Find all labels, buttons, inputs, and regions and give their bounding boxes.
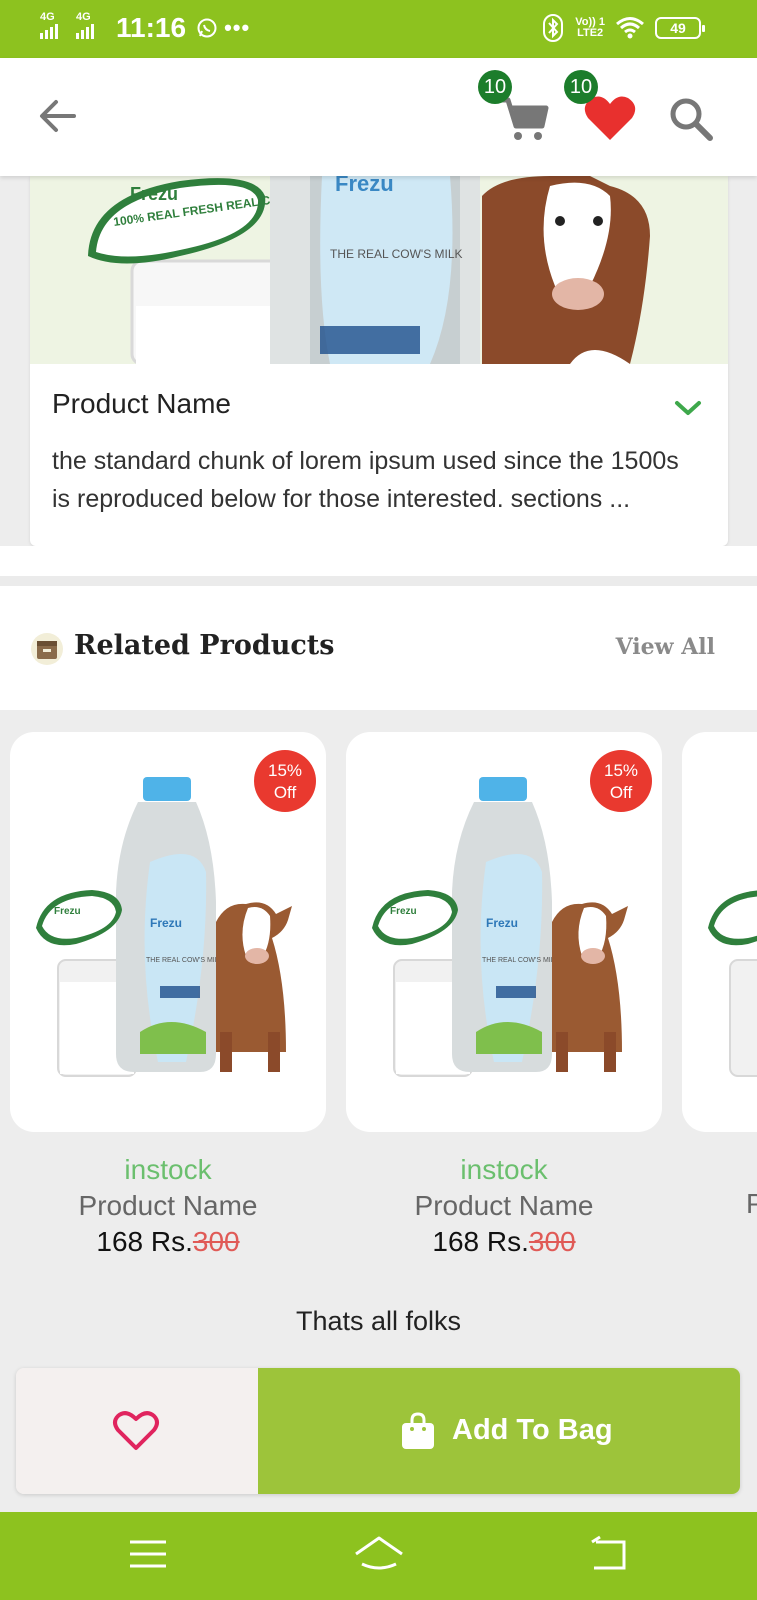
price: 168 Rs.300 [10, 1224, 326, 1260]
stock-status: instock [460, 1154, 548, 1185]
bluetooth-icon [543, 14, 564, 42]
section-spacer [0, 546, 757, 576]
tag-brand: Frezu [390, 906, 417, 917]
chevron-down-icon[interactable] [674, 398, 702, 418]
bottle-brand: Frezu [150, 916, 182, 930]
status-bar: 4G 4G 11:16 ••• Vo)) 1 LTE2 49 [0, 0, 757, 58]
bottom-action-bar: Add To Bag [16, 1368, 740, 1494]
tag-brand: Frezu [54, 906, 81, 917]
banner-bottle-brand: Frezu [335, 176, 394, 196]
product-description: the standard chunk of lorem ipsum used s… [52, 447, 679, 513]
original-price: 300 [192, 1226, 240, 1257]
box-icon [31, 633, 63, 665]
app-header: 10 10 [0, 58, 757, 176]
related-product-info: instock Product Name 168 Rs.300 [10, 1152, 326, 1260]
shopping-bag-icon [402, 1412, 434, 1449]
bottle-brand: Frezu [486, 916, 518, 930]
discount-off: Off [609, 783, 633, 802]
wishlist-count-badge: 10 [564, 70, 598, 104]
wifi-icon [616, 17, 644, 39]
bottle-text: THE REAL COW'S MILK [482, 957, 560, 964]
product-banner-illustration: Frezu 100% REAL FRESH REAL COW'S MILK Fr… [30, 176, 728, 364]
cart-count-badge: 10 [478, 70, 512, 104]
product-image: Frezu 100% REAL FRESH REAL COW'S MILK Fr… [30, 176, 728, 364]
back-arrow-icon[interactable] [36, 94, 80, 138]
view-all-link[interactable]: View All [616, 634, 715, 660]
current-price: 168 Rs. [96, 1226, 193, 1257]
status-right: Vo)) 1 LTE2 49 [541, 14, 705, 42]
related-products-header: Related Products View All [0, 586, 757, 710]
back-nav-icon[interactable] [588, 1534, 632, 1574]
related-product-name[interactable]: Product Name [10, 1188, 326, 1224]
original-price: 300 [528, 1226, 576, 1257]
discount-badge: 15% Off [590, 750, 652, 812]
status-left: 4G 4G 11:16 ••• [40, 11, 251, 44]
related-product-card-partial[interactable] [682, 732, 757, 1132]
signal-icon: 4G [40, 11, 70, 43]
discount-badge: 15% Off [254, 750, 316, 812]
menu-icon[interactable] [126, 1534, 170, 1574]
related-product-info: instock Product Name 168 Rs.300 [346, 1152, 662, 1260]
section-divider [0, 576, 757, 586]
related-products-title: Related Products [74, 630, 335, 661]
whatsapp-icon [197, 18, 217, 38]
product-name: Product Name [52, 388, 231, 419]
volte-indicator: Vo)) 1 LTE2 [575, 17, 605, 39]
banner-bottle-text: THE REAL COW'S MILK [330, 247, 463, 261]
wishlist-button[interactable]: 10 [564, 70, 638, 146]
related-product-image [708, 890, 757, 1077]
price: 168 Rs.300 [346, 1224, 662, 1260]
more-notifications-icon: ••• [224, 15, 251, 40]
add-to-bag-button[interactable]: Add To Bag [258, 1368, 740, 1494]
home-icon[interactable] [352, 1534, 406, 1574]
bottle-text: THE REAL COW'S MILK [146, 957, 224, 964]
cart-button[interactable]: 10 [478, 70, 552, 146]
system-nav-bar [0, 1512, 757, 1600]
network-type-2: 4G [76, 11, 91, 23]
related-product-card[interactable]: Frezu THE REAL COW'S MILK Frezu 15% Off [10, 732, 326, 1132]
discount-percent: 15% [603, 761, 639, 780]
banner-brand: Frezu [130, 184, 178, 204]
battery-indicator: 49 [655, 17, 705, 39]
related-product-card[interactable]: Frezu THE REAL COW'S MILK Frezu 15% Off [346, 732, 662, 1132]
heart-outline-icon [113, 1411, 159, 1450]
product-details-card: Frezu 100% REAL FRESH REAL COW'S MILK Fr… [30, 176, 728, 546]
volte-line-2: LTE2 [577, 27, 604, 39]
signal-icon-2: 4G [76, 11, 106, 43]
network-type-1: 4G [40, 11, 55, 23]
add-to-wishlist-button[interactable] [16, 1368, 258, 1494]
current-price: 168 Rs. [432, 1226, 529, 1257]
clock: 11:16 [116, 12, 187, 43]
related-product-name[interactable]: Product Name [346, 1188, 662, 1224]
end-of-list-text: Thats all folks [295, 1306, 462, 1336]
search-icon[interactable] [666, 94, 714, 142]
discount-percent: 15% [267, 761, 303, 780]
partial-product-name: P [746, 1188, 757, 1219]
add-to-bag-label: Add To Bag [452, 1414, 613, 1446]
stock-status: instock [124, 1154, 212, 1185]
discount-off: Off [273, 783, 297, 802]
